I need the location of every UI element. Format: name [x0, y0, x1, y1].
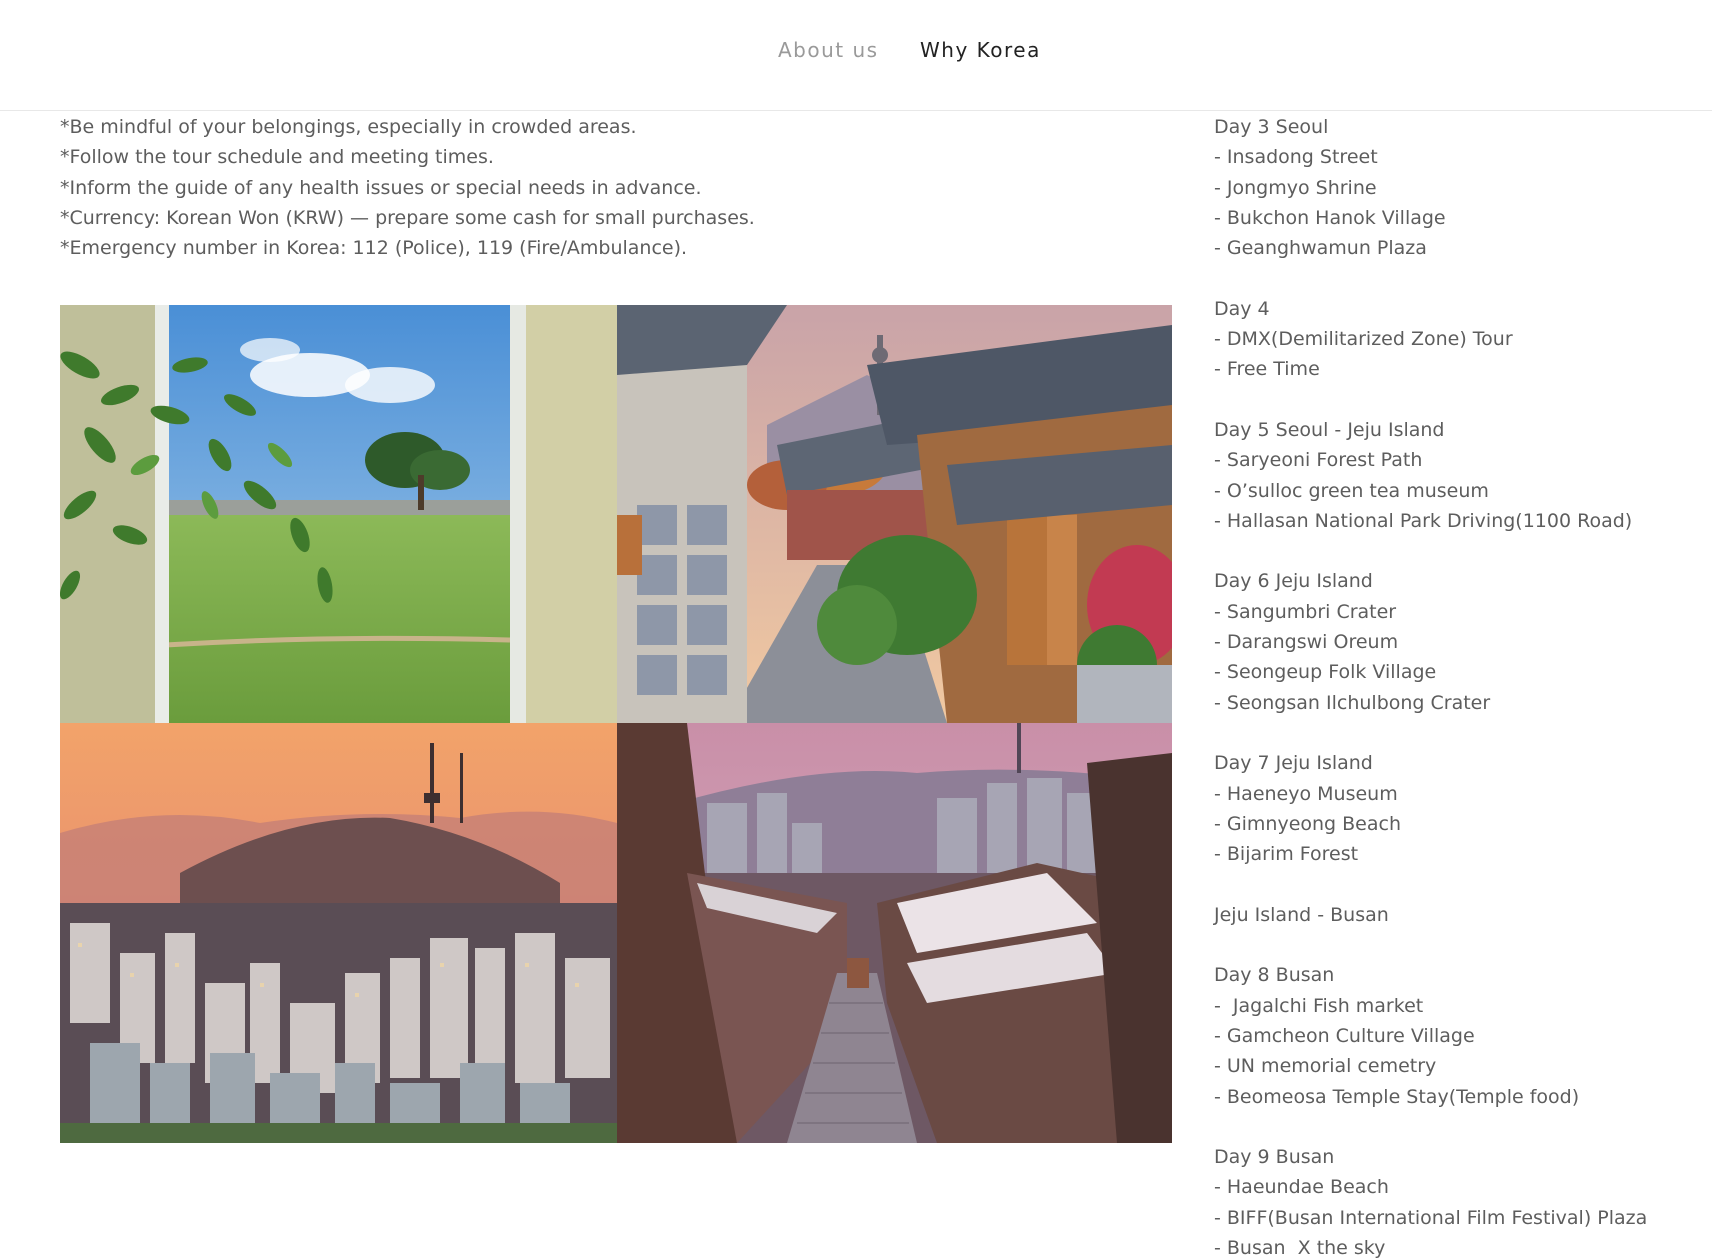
photo-gallery	[60, 305, 1172, 1143]
itinerary-line: - Hallasan National Park Driving(1100 Ro…	[1214, 509, 1633, 532]
hanok-village-photo	[617, 305, 1172, 723]
itinerary-line: - Gimnyeong Beach	[1214, 812, 1402, 835]
itinerary-line: Day 3 Seoul	[1214, 116, 1329, 138]
itinerary-line: - Seongsan Ilchulbong Crater	[1214, 691, 1491, 714]
travel-notes: *Be mindful of your belongings, especial…	[60, 112, 1160, 263]
itinerary-line: - Bukchon Hanok Village	[1214, 206, 1446, 229]
itinerary-line: - Beomeosa Temple Stay(Temple food)	[1214, 1085, 1580, 1108]
itinerary-spacer	[1214, 930, 1704, 960]
itinerary-line: - UN memorial cemetry	[1214, 1055, 1437, 1078]
page: About us Why Korea *Be mindful of your b…	[0, 0, 1712, 1260]
note-line: *Inform the guide of any health issues o…	[60, 176, 702, 199]
itinerary-spacer	[1214, 385, 1704, 415]
itinerary-line: - Geanghwamun Plaza	[1214, 237, 1427, 260]
itinerary-line: - Seongeup Folk Village	[1214, 661, 1437, 684]
itinerary-spacer	[1214, 1112, 1704, 1142]
itinerary-line: - Jongmyo Shrine	[1214, 176, 1377, 199]
itinerary-line: - Gamcheon Culture Village	[1214, 1024, 1475, 1047]
itinerary-spacer	[1214, 718, 1704, 748]
top-navigation: About us Why Korea	[0, 0, 1712, 111]
itinerary-line: - Haeundae Beach	[1214, 1176, 1389, 1199]
note-line: *Emergency number in Korea: 112 (Police)…	[60, 237, 688, 260]
note-line: *Currency: Korean Won (KRW) — prepare so…	[60, 206, 755, 229]
itinerary-line: - O’sulloc green tea museum	[1214, 479, 1489, 502]
note-line: *Be mindful of your belongings, especial…	[60, 116, 637, 138]
itinerary-line: - Bijarim Forest	[1214, 843, 1359, 866]
itinerary-line: - Insadong Street	[1214, 146, 1378, 169]
itinerary-line: Day 4	[1214, 297, 1270, 320]
itinerary-line: Jeju Island - Busan	[1214, 903, 1389, 926]
itinerary-line: - Jagalchi Fish market	[1214, 994, 1424, 1017]
itinerary-spacer	[1214, 869, 1704, 899]
itinerary-line: - Darangswi Oreum	[1214, 631, 1399, 654]
itinerary-line: Day 7 Jeju Island	[1214, 752, 1373, 775]
itinerary-line: - Saryeoni Forest Path	[1214, 449, 1423, 472]
note-line: *Follow the tour schedule and meeting ti…	[60, 146, 494, 169]
itinerary-line: Day 9 Busan	[1214, 1146, 1335, 1169]
itinerary-line: - Sangumbri Crater	[1214, 600, 1397, 623]
itinerary-line: Day 6 Jeju Island	[1214, 570, 1373, 593]
seoul-skyline-photo	[60, 723, 617, 1143]
nav-link-about-us[interactable]: About us	[778, 36, 879, 64]
itinerary-spacer	[1214, 263, 1704, 293]
itinerary-line: - Busan X the sky	[1214, 1236, 1386, 1259]
itinerary-line: - Free Time	[1214, 358, 1320, 381]
hanok-alley-photo	[617, 723, 1172, 1143]
itinerary-spacer	[1214, 536, 1704, 566]
nav-link-why-korea[interactable]: Why Korea	[920, 36, 1041, 64]
itinerary-line: - DMX(Demilitarized Zone) Tour	[1214, 328, 1513, 351]
itinerary-line: - Haeneyo Museum	[1214, 782, 1398, 805]
itinerary-line: - BIFF(Busan International Film Festival…	[1214, 1206, 1648, 1229]
window-view-photo	[60, 305, 617, 723]
itinerary-line: Day 8 Busan	[1214, 964, 1335, 987]
itinerary-line: Day 5 Seoul - Jeju Island	[1214, 418, 1445, 441]
itinerary-list: Day 3 Seoul - Insadong Street - Jongmyo …	[1214, 112, 1704, 1260]
